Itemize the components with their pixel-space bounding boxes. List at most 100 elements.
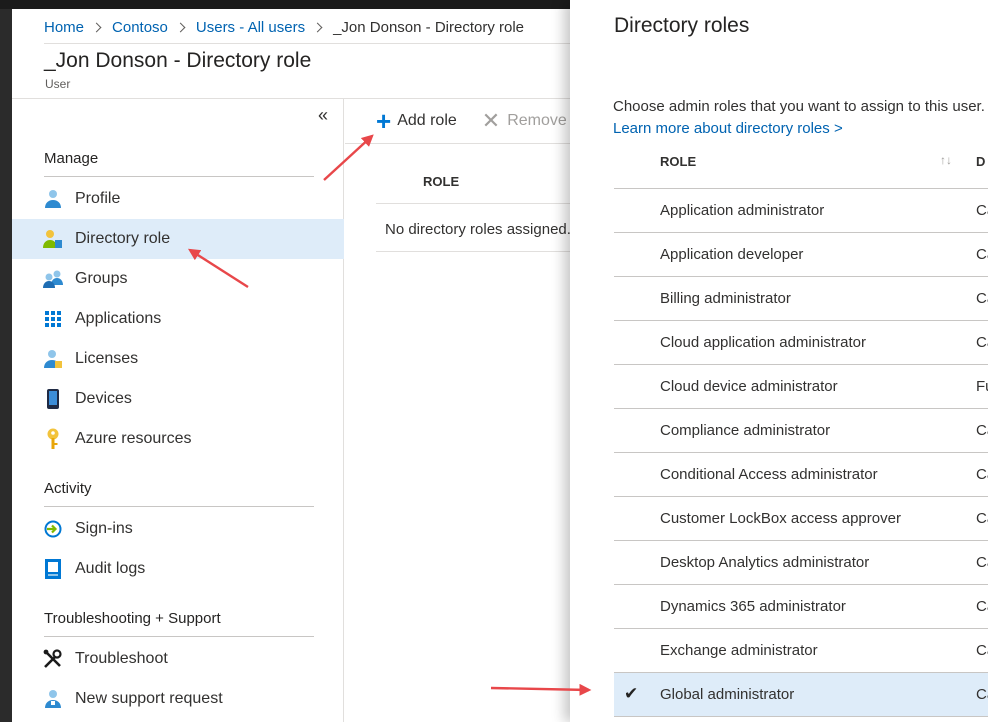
- breadcrumb-contoso[interactable]: Contoso: [112, 19, 168, 36]
- breadcrumb-all-users[interactable]: Users - All users: [196, 19, 305, 36]
- role-name: Exchange administrator: [660, 642, 818, 659]
- role-row[interactable]: Customer LockBox access approver Ca: [614, 497, 988, 541]
- section-manage: Manage: [44, 150, 99, 167]
- audit-log-icon: [42, 558, 64, 580]
- role-description: Ca: [976, 554, 988, 571]
- support-person-icon: [42, 688, 64, 710]
- role-description: Ca: [976, 246, 988, 263]
- role-name: Dynamics 365 administrator: [660, 598, 846, 615]
- row-checkbox[interactable]: [624, 333, 642, 351]
- roles-table-header: ROLE ↑↓ D: [614, 150, 988, 189]
- learn-more-link[interactable]: Learn more about directory roles >: [613, 120, 843, 137]
- nav-item-label: New support request: [75, 690, 223, 707]
- checkmark-icon[interactable]: ✔: [624, 685, 642, 703]
- role-row[interactable]: Compliance administrator Ca: [614, 409, 988, 453]
- role-name: Application developer: [660, 246, 804, 263]
- chevron-right-icon: [91, 22, 102, 32]
- role-name: Desktop Analytics administrator: [660, 554, 870, 571]
- role-name: Compliance administrator: [660, 422, 831, 439]
- resource-menu: « Manage Profile Directory role Groups A…: [12, 99, 344, 722]
- sign-in-icon: [42, 518, 64, 540]
- role-description: Fu: [976, 378, 988, 395]
- role-name: Customer LockBox access approver: [660, 510, 901, 527]
- remove-role-button[interactable]: ✕ Remove r: [482, 110, 577, 132]
- nav-item-label: Groups: [75, 270, 128, 287]
- table-divider: [376, 251, 584, 252]
- remove-role-label: Remove r: [507, 112, 577, 129]
- nav-item-licenses[interactable]: Licenses: [12, 339, 344, 379]
- row-checkbox[interactable]: [624, 553, 642, 571]
- section-divider: [44, 506, 314, 507]
- row-checkbox[interactable]: [624, 289, 642, 307]
- nav-item-label: Applications: [75, 310, 162, 327]
- chevron-right-icon: [175, 22, 186, 32]
- role-description: Ca: [976, 290, 988, 307]
- page-title: _Jon Donson - Directory role: [44, 49, 312, 72]
- collapse-menu-button[interactable]: «: [318, 105, 328, 126]
- left-edge: [0, 9, 12, 722]
- nav-item-label: Troubleshoot: [75, 650, 168, 667]
- section-troubleshooting: Troubleshooting + Support: [44, 610, 221, 627]
- row-checkbox[interactable]: [624, 201, 642, 219]
- section-divider: [44, 636, 314, 637]
- chevron-right-icon: [312, 22, 323, 32]
- roles-list: Application administratorCaApplication d…: [614, 189, 988, 717]
- row-checkbox[interactable]: [624, 641, 642, 659]
- applications-grid-icon: [42, 308, 64, 330]
- role-name: Application administrator: [660, 202, 825, 219]
- role-name: Cloud application administrator: [660, 334, 866, 351]
- row-checkbox[interactable]: [624, 597, 642, 615]
- role-row[interactable]: Cloud device administrator Fu: [614, 365, 988, 409]
- sort-icon[interactable]: ↑↓: [940, 153, 952, 167]
- role-row[interactable]: Conditional Access administrator Ca: [614, 453, 988, 497]
- row-checkbox[interactable]: [624, 377, 642, 395]
- nav-item-label: Audit logs: [75, 560, 146, 577]
- column-header-role[interactable]: ROLE: [660, 154, 696, 169]
- nav-item-audit-logs[interactable]: Audit logs: [12, 549, 344, 589]
- nav-item-azure-resources[interactable]: Azure resources: [12, 419, 344, 459]
- section-divider: [44, 176, 314, 177]
- licenses-icon: [42, 348, 64, 370]
- role-row[interactable]: Application administrator Ca: [614, 189, 988, 233]
- role-description: Ca: [976, 510, 988, 527]
- plus-icon: +: [376, 106, 392, 136]
- nav-item-applications[interactable]: Applications: [12, 299, 344, 339]
- add-role-label: Add role: [397, 112, 457, 129]
- add-role-button[interactable]: + Add role: [376, 108, 457, 134]
- role-row[interactable]: Exchange administrator Ca: [614, 629, 988, 673]
- nav-item-groups[interactable]: Groups: [12, 259, 344, 299]
- nav-item-directory-role[interactable]: Directory role: [12, 219, 344, 259]
- role-row[interactable]: Billing administrator Ca: [614, 277, 988, 321]
- breadcrumb-home[interactable]: Home: [44, 19, 84, 36]
- nav-item-label: Directory role: [75, 230, 171, 247]
- role-description: Ca: [976, 466, 988, 483]
- row-checkbox[interactable]: [624, 245, 642, 263]
- user-icon: [42, 188, 64, 210]
- groups-icon: [42, 268, 64, 290]
- column-header-description[interactable]: D: [976, 154, 985, 169]
- role-name: Billing administrator: [660, 290, 791, 307]
- nav-item-label: Devices: [75, 390, 132, 407]
- role-name: Global administrator: [660, 686, 795, 703]
- breadcrumb: Home Contoso Users - All users _Jon Dons…: [44, 17, 524, 37]
- nav-item-label: Profile: [75, 190, 121, 207]
- command-bar: + Add role ✕ Remove r: [345, 99, 584, 144]
- row-checkbox[interactable]: [624, 465, 642, 483]
- row-checkbox[interactable]: [624, 421, 642, 439]
- role-row[interactable]: Cloud application administrator Ca: [614, 321, 988, 365]
- nav-item-sign-ins[interactable]: Sign-ins: [12, 509, 344, 549]
- nav-item-troubleshoot[interactable]: Troubleshoot: [12, 639, 344, 679]
- role-row[interactable]: ✔ Global administrator Ca: [614, 673, 988, 717]
- role-row[interactable]: Dynamics 365 administrator Ca: [614, 585, 988, 629]
- nav-item-new-support-request[interactable]: New support request: [12, 679, 344, 719]
- nav-item-devices[interactable]: Devices: [12, 379, 344, 419]
- role-name: Conditional Access administrator: [660, 466, 878, 483]
- breadcrumb-divider: [44, 43, 584, 44]
- nav-item-profile[interactable]: Profile: [12, 179, 344, 219]
- page-subtitle: User: [45, 77, 71, 91]
- assigned-roles-column-header[interactable]: ROLE: [423, 174, 459, 189]
- breadcrumb-current: _Jon Donson - Directory role: [333, 18, 525, 36]
- role-row[interactable]: Desktop Analytics administrator Ca: [614, 541, 988, 585]
- row-checkbox[interactable]: [624, 509, 642, 527]
- role-row[interactable]: Application developer Ca: [614, 233, 988, 277]
